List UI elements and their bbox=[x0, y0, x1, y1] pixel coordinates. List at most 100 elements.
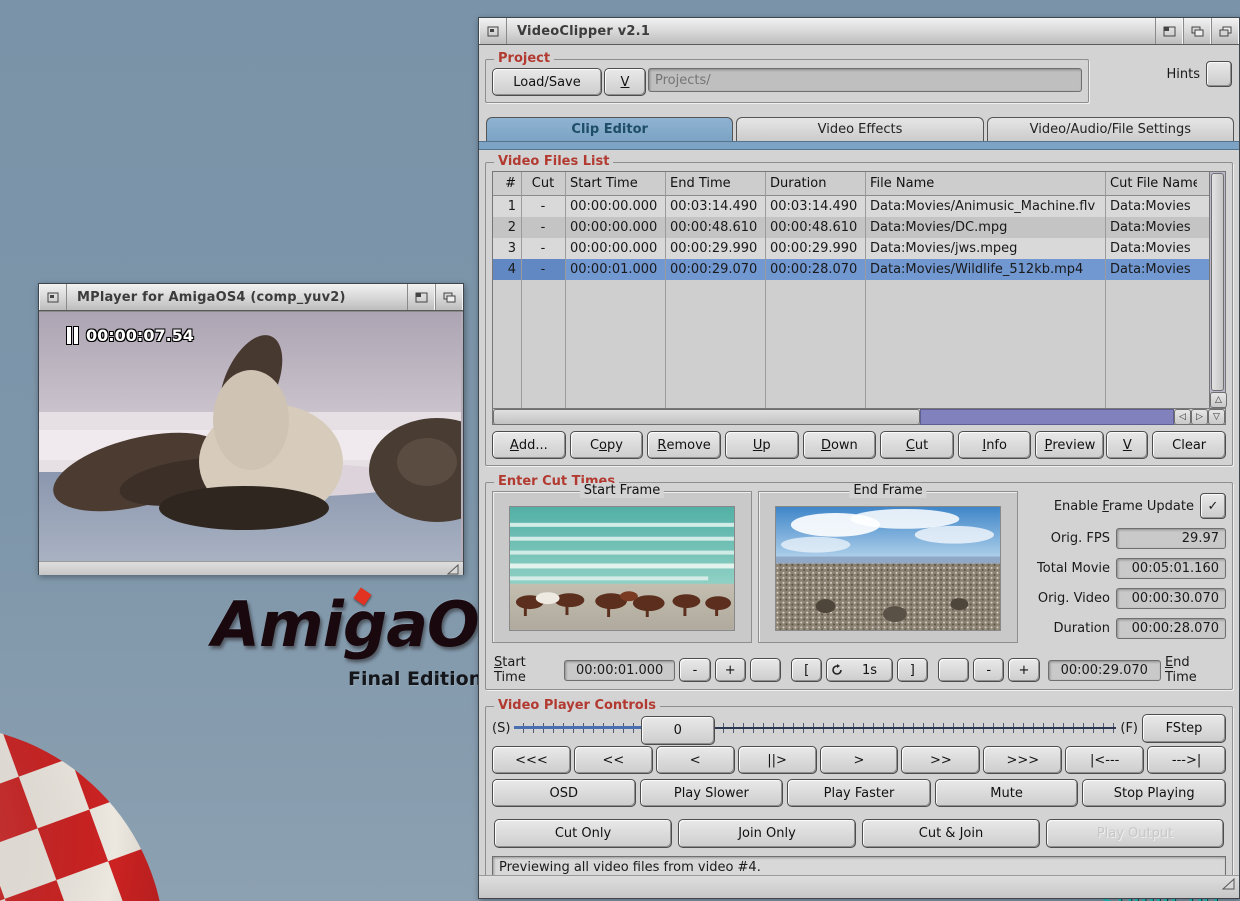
cut-button[interactable]: Cut bbox=[880, 431, 954, 459]
tab-clip-editor[interactable]: Clip Editor bbox=[486, 117, 733, 141]
goto-start-button[interactable]: |<--- bbox=[1065, 746, 1144, 774]
mplayer-resize-handle[interactable] bbox=[447, 564, 460, 575]
video-player-controls-label: Video Player Controls bbox=[494, 698, 660, 713]
col-header-num[interactable]: # bbox=[493, 172, 521, 195]
amigaos-logo-subtext: Final Edition bbox=[348, 668, 482, 690]
horizontal-scrollbar-thumb[interactable] bbox=[493, 409, 920, 425]
set-end-bracket-button[interactable]: ] bbox=[897, 658, 928, 682]
col-header-end-time[interactable]: End Time bbox=[665, 172, 765, 195]
tab-video-audio-file-settings[interactable]: Video/Audio/File Settings bbox=[987, 117, 1234, 141]
vertical-scrollbar[interactable]: △ bbox=[1209, 172, 1225, 408]
total-movie-value: 00:05:01.160 bbox=[1116, 558, 1226, 579]
vertical-scrollbar-thumb[interactable] bbox=[1211, 173, 1224, 391]
videoclipper-iconify-button[interactable] bbox=[1155, 18, 1183, 44]
amigaos-logo: AmigaOS bbox=[212, 588, 522, 661]
end-plus-button[interactable]: + bbox=[1008, 658, 1039, 682]
step-size-cycle-button[interactable]: 1s bbox=[826, 658, 892, 682]
table-row[interactable]: 1-00:00:00.00000:03:14.49000:03:14.490Da… bbox=[493, 196, 1209, 217]
horizontal-scrollbar[interactable]: ◁ ▷ ▽ bbox=[493, 408, 1225, 425]
forward-fast-button[interactable]: >>> bbox=[983, 746, 1062, 774]
project-group: Project Load/Save V bbox=[485, 59, 1089, 103]
mplayer-zoom-button[interactable] bbox=[407, 284, 435, 310]
preview-popup-button[interactable]: V bbox=[1106, 431, 1148, 459]
osd-button[interactable]: OSD bbox=[492, 779, 636, 807]
start-time-field[interactable]: 00:00:01.000 bbox=[564, 660, 675, 681]
play-slower-button[interactable]: Play Slower bbox=[640, 779, 784, 807]
videoclipper-titlebar[interactable]: VideoClipper v2.1 bbox=[479, 18, 1239, 45]
down-button[interactable]: Down bbox=[803, 431, 877, 459]
cut-and-join-button[interactable]: Cut & Join bbox=[862, 819, 1040, 848]
join-only-button[interactable]: Join Only bbox=[678, 819, 856, 848]
play-faster-button[interactable]: Play Faster bbox=[787, 779, 931, 807]
seek-slider-handle[interactable]: 0 bbox=[641, 716, 715, 745]
load-save-popup-button[interactable]: V bbox=[604, 68, 646, 96]
table-row[interactable]: 2-00:00:00.00000:00:48.61000:00:48.610Da… bbox=[493, 217, 1209, 238]
load-save-button[interactable]: Load/Save bbox=[492, 68, 602, 96]
tab-bar: Clip Editor Video Effects Video/Audio/Fi… bbox=[484, 117, 1234, 141]
mplayer-title: MPlayer for AmigaOS4 (comp_yuv2) bbox=[67, 284, 407, 310]
mute-button[interactable]: Mute bbox=[935, 779, 1079, 807]
scroll-right-button[interactable]: ▷ bbox=[1191, 409, 1208, 425]
end-time-field[interactable]: 00:00:29.070 bbox=[1048, 660, 1161, 681]
scroll-down-button[interactable]: ▽ bbox=[1208, 409, 1225, 425]
tab-video-effects[interactable]: Video Effects bbox=[736, 117, 983, 141]
forward-button[interactable]: >> bbox=[901, 746, 980, 774]
step-forward-button[interactable]: > bbox=[820, 746, 899, 774]
slider-start-label: (S) bbox=[492, 721, 510, 736]
col-header-duration[interactable]: Duration bbox=[765, 172, 865, 195]
rewind-button[interactable]: << bbox=[574, 746, 653, 774]
videoclipper-zoom-button[interactable] bbox=[1183, 18, 1211, 44]
videoclipper-close-button[interactable] bbox=[479, 18, 507, 44]
fstep-button[interactable]: FStep bbox=[1142, 714, 1226, 743]
orig-fps-value: 29.97 bbox=[1116, 528, 1226, 549]
orig-fps-label: Orig. FPS bbox=[1051, 531, 1110, 546]
col-header-file-name[interactable]: File Name bbox=[865, 172, 1105, 195]
end-frame-thumbnail bbox=[775, 506, 1001, 631]
table-row[interactable]: 3-00:00:00.00000:00:29.99000:00:29.990Da… bbox=[493, 238, 1209, 259]
cut-only-button[interactable]: Cut Only bbox=[494, 819, 672, 848]
seals-video-frame bbox=[39, 312, 461, 561]
play-pause-button[interactable]: ||> bbox=[738, 746, 817, 774]
enable-frame-update-label: Enable Frame Update bbox=[1054, 499, 1194, 514]
boing-ball-icon bbox=[0, 725, 172, 901]
duration-label: Duration bbox=[1054, 621, 1110, 636]
col-header-cut-file-name[interactable]: Cut File Name bbox=[1105, 172, 1197, 195]
project-path-input[interactable] bbox=[648, 68, 1082, 92]
set-start-bracket-button[interactable]: [ bbox=[791, 658, 822, 682]
preview-button[interactable]: Preview bbox=[1035, 431, 1104, 459]
table-header-row: # Cut Start Time End Time Duration File … bbox=[493, 172, 1209, 196]
start-plus-button[interactable]: + bbox=[715, 658, 746, 682]
videoclipper-title: VideoClipper v2.1 bbox=[507, 18, 1155, 44]
scroll-up-button[interactable]: △ bbox=[1210, 392, 1227, 408]
step-back-button[interactable]: < bbox=[656, 746, 735, 774]
total-movie-label: Total Movie bbox=[1037, 561, 1110, 576]
copy-button[interactable]: Copy bbox=[570, 431, 644, 459]
mplayer-titlebar[interactable]: MPlayer for AmigaOS4 (comp_yuv2) bbox=[39, 284, 463, 311]
up-button[interactable]: Up bbox=[725, 431, 799, 459]
col-header-cut[interactable]: Cut bbox=[521, 172, 565, 195]
table-row-selected[interactable]: 4-00:00:01.00000:00:29.07000:00:28.070Da… bbox=[493, 259, 1209, 280]
start-minus-button[interactable]: - bbox=[679, 658, 710, 682]
goto-end-button[interactable]: --->| bbox=[1147, 746, 1226, 774]
add-button[interactable]: Add... bbox=[492, 431, 566, 459]
stop-playing-button[interactable]: Stop Playing bbox=[1082, 779, 1226, 807]
enable-frame-update-checkbox[interactable]: ✓ bbox=[1200, 493, 1226, 519]
remove-button[interactable]: Remove bbox=[647, 431, 721, 459]
info-button[interactable]: Info bbox=[958, 431, 1032, 459]
horizontal-scrollbar-track[interactable] bbox=[920, 409, 1174, 425]
videoclipper-depth-button[interactable] bbox=[1211, 18, 1239, 44]
start-step-disabled-button bbox=[750, 658, 781, 682]
col-header-start-time[interactable]: Start Time bbox=[565, 172, 665, 195]
end-frame-label: End Frame bbox=[849, 483, 926, 498]
seek-slider[interactable]: 0 bbox=[514, 718, 1116, 738]
videoclipper-resize-handle[interactable] bbox=[1222, 878, 1236, 890]
clear-button[interactable]: Clear bbox=[1152, 431, 1226, 459]
end-minus-button[interactable]: - bbox=[973, 658, 1004, 682]
hints-checkbox[interactable] bbox=[1206, 61, 1232, 87]
rewind-fast-button[interactable]: <<< bbox=[492, 746, 571, 774]
end-frame-box: End Frame bbox=[758, 491, 1018, 643]
mplayer-depth-button[interactable] bbox=[435, 284, 463, 310]
mplayer-close-button[interactable] bbox=[39, 284, 67, 310]
end-step-disabled-button bbox=[938, 658, 969, 682]
scroll-left-button[interactable]: ◁ bbox=[1174, 409, 1191, 425]
